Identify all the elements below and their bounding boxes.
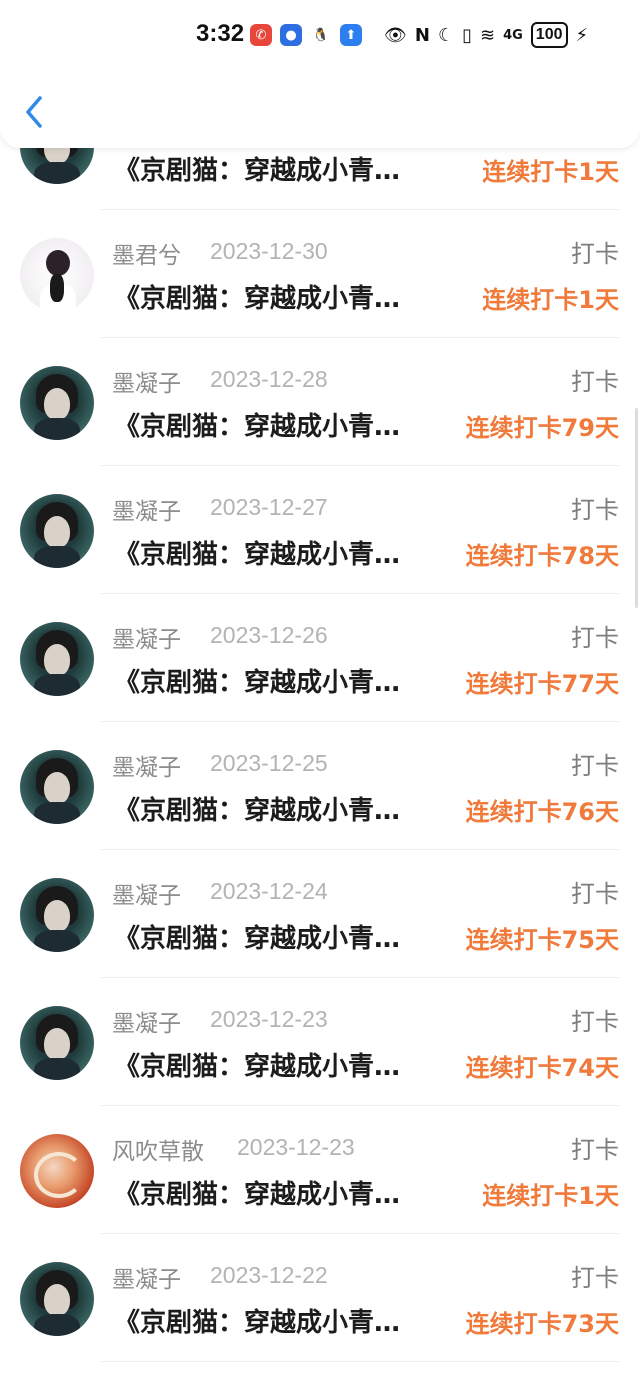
avatar[interactable] bbox=[20, 878, 94, 952]
list-item[interactable]: 墨凝子 2023-12-25 打卡《京剧猫：穿越成小青… 连续打卡76天 bbox=[0, 722, 640, 850]
status-right-icons: 👁 N ☾ ▯ ≋ 4G 100 ⚡ bbox=[384, 22, 588, 48]
avatar[interactable] bbox=[20, 1262, 94, 1336]
checkin-button[interactable]: 打卡 bbox=[571, 490, 619, 525]
checkin-button[interactable]: 打卡 bbox=[571, 1258, 619, 1293]
list-item[interactable]: 风吹草散 2023-12-23 打卡《京剧猫：穿越成小青… 连续打卡1天 bbox=[0, 1106, 640, 1234]
checkin-date: 2023-12-28 bbox=[210, 366, 328, 392]
streak-label: 连续打卡73天 bbox=[465, 1310, 619, 1338]
battery-icon: 100 bbox=[530, 22, 568, 48]
streak-label: 连续打卡74天 bbox=[465, 1054, 619, 1082]
streak-label: 连续打卡1天 bbox=[482, 1182, 619, 1210]
list-item[interactable]: 墨君兮 2023-12-30 打卡《京剧猫：穿越成小青… 连续打卡1天 bbox=[0, 210, 640, 338]
list-item[interactable]: 墨凝子 2023-12-28 打卡《京剧猫：穿越成小青… 连续打卡79天 bbox=[0, 338, 640, 466]
status-time: 3:32 bbox=[196, 20, 245, 47]
checkin-button[interactable]: 打卡 bbox=[571, 1130, 619, 1165]
scrollbar[interactable] bbox=[635, 408, 638, 608]
avatar[interactable] bbox=[20, 750, 94, 824]
wifi-icon: ≋ bbox=[479, 24, 496, 46]
book-title: 《京剧猫：穿越成小青… bbox=[114, 924, 401, 954]
user-name: 墨凝子 bbox=[112, 371, 181, 397]
checkin-date: 2023-12-26 bbox=[210, 622, 328, 648]
checkin-button[interactable]: 打卡 bbox=[571, 234, 619, 269]
list-item[interactable]: 墨凝子 2023-12-27 打卡《京剧猫：穿越成小青… 连续打卡78天 bbox=[0, 466, 640, 594]
list-item[interactable]: 墨凝子 2023-12-26 打卡《京剧猫：穿越成小青… 连续打卡77天 bbox=[0, 594, 640, 722]
checkin-button[interactable]: 打卡 bbox=[571, 618, 619, 653]
user-name: 墨凝子 bbox=[112, 627, 181, 653]
eye-icon: 👁 bbox=[384, 24, 407, 46]
checkin-date: 2023-12-23 bbox=[237, 1134, 355, 1160]
avatar[interactable] bbox=[20, 622, 94, 696]
checkin-date: 2023-12-24 bbox=[210, 878, 328, 904]
streak-label: 连续打卡1天 bbox=[482, 286, 619, 314]
book-title: 《京剧猫：穿越成小青… bbox=[114, 284, 401, 314]
user-name: 墨凝子 bbox=[112, 883, 181, 909]
qq-icon: 🐧 bbox=[310, 24, 332, 46]
list-item[interactable]: 墨凝子 2023-12-22 打卡《京剧猫：穿越成小青… 连续打卡73天 bbox=[0, 1234, 640, 1362]
user-name: 墨凝子 bbox=[112, 1267, 181, 1293]
book-title: 《京剧猫：穿越成小青… bbox=[114, 412, 401, 442]
avatar[interactable] bbox=[20, 1006, 94, 1080]
user-name: 墨君兮 bbox=[112, 243, 181, 269]
book-title: 《京剧猫：穿越成小青… bbox=[114, 1180, 401, 1210]
book-title: 《京剧猫：穿越成小青… bbox=[114, 668, 401, 698]
vibrate-icon: ▯ bbox=[462, 24, 472, 46]
book-title: 《京剧猫：穿越成小青… bbox=[114, 540, 401, 570]
checkin-button[interactable]: 打卡 bbox=[571, 746, 619, 781]
book-title: 《京剧猫：穿越成小青… bbox=[114, 1308, 401, 1338]
list-item[interactable]: 墨凝子 2023-12-23 打卡《京剧猫：穿越成小青… 连续打卡74天 bbox=[0, 978, 640, 1106]
avatar[interactable] bbox=[20, 238, 94, 312]
checkin-button[interactable]: 打卡 bbox=[571, 1002, 619, 1037]
avatar[interactable] bbox=[20, 494, 94, 568]
book-title: 《京剧猫：穿越成小青… bbox=[114, 156, 401, 186]
checkin-date: 2023-12-22 bbox=[210, 1262, 328, 1288]
user-name: 墨凝子 bbox=[112, 499, 181, 525]
avatar[interactable] bbox=[20, 366, 94, 440]
checkin-date: 2023-12-25 bbox=[210, 750, 328, 776]
checkin-date: 2023-12-23 bbox=[210, 1006, 328, 1032]
user-name: 墨凝子 bbox=[112, 755, 181, 781]
row-divider bbox=[100, 1361, 620, 1362]
book-title: 《京剧猫：穿越成小青… bbox=[114, 1052, 401, 1082]
streak-label: 连续打卡77天 bbox=[465, 670, 619, 698]
charging-icon: ⚡ bbox=[575, 24, 589, 46]
checkin-button[interactable]: 打卡 bbox=[571, 362, 619, 397]
nfc-icon: N bbox=[414, 24, 430, 46]
missed-call-icon: ✆ bbox=[250, 24, 272, 46]
chevron-left-icon bbox=[26, 96, 42, 128]
checkin-date: 2023-12-27 bbox=[210, 494, 328, 520]
status-bar: 3:32 ✆ ● 🐧 ⬆ 👁 N ☾ ▯ ≋ 4G 100 ⚡ bbox=[0, 0, 640, 70]
checkin-list[interactable]: 打卡《京剧猫：穿越成小青…连续打卡1天墨君兮2023-12-30打卡《京剧猫：穿… bbox=[0, 0, 640, 1387]
avatar[interactable] bbox=[20, 1134, 94, 1208]
notification-icons: ✆ ● 🐧 ⬆ bbox=[250, 24, 362, 46]
back-button[interactable] bbox=[18, 92, 52, 132]
streak-label: 连续打卡76天 bbox=[465, 798, 619, 826]
user-name: 风吹草散 bbox=[112, 1139, 204, 1165]
checkin-date: 2023-12-30 bbox=[210, 238, 328, 264]
checkin-button[interactable]: 打卡 bbox=[571, 874, 619, 909]
streak-label: 连续打卡78天 bbox=[465, 542, 619, 570]
streak-label: 连续打卡1天 bbox=[482, 158, 619, 186]
streak-label: 连续打卡79天 bbox=[465, 414, 619, 442]
book-title: 《京剧猫：穿越成小青… bbox=[114, 796, 401, 826]
user-name: 墨凝子 bbox=[112, 1011, 181, 1037]
app-notification-icon: ● bbox=[280, 24, 302, 46]
moon-icon: ☾ bbox=[437, 24, 455, 46]
signal-icon: 4G bbox=[503, 27, 523, 43]
nav-header bbox=[0, 70, 640, 148]
upload-icon: ⬆ bbox=[340, 24, 362, 46]
streak-label: 连续打卡75天 bbox=[465, 926, 619, 954]
list-item[interactable]: 墨凝子 2023-12-24 打卡《京剧猫：穿越成小青… 连续打卡75天 bbox=[0, 850, 640, 978]
